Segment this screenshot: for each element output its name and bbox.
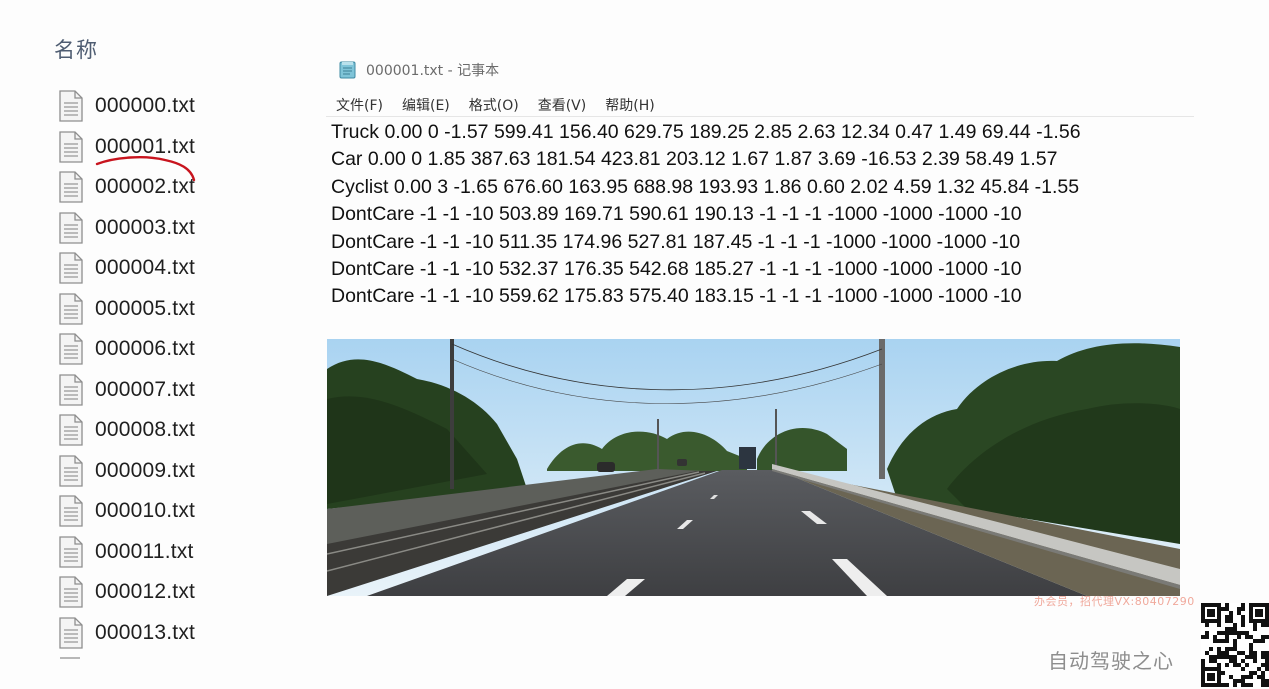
notepad-icon <box>339 61 356 79</box>
red-underline-annotation <box>95 156 196 182</box>
label-line: DontCare -1 -1 -10 503.89 169.71 590.61 … <box>331 203 1022 226</box>
file-item[interactable]: 000010.txt <box>58 491 195 532</box>
file-name: 000013.txt <box>95 620 196 644</box>
text-file-icon <box>59 293 83 325</box>
file-item[interactable]: 000009.txt <box>58 451 195 492</box>
notepad-menu-item[interactable]: 格式(O) <box>469 95 519 115</box>
notepad-menu-item[interactable]: 文件(F) <box>336 95 383 115</box>
label-line: Cyclist 0.00 3 -1.65 676.60 163.95 688.9… <box>331 175 1080 198</box>
notepad-text-area[interactable]: Truck 0.00 0 -1.57 599.41 156.40 629.75 … <box>331 119 1081 311</box>
text-file-icon <box>59 252 83 284</box>
text-file-icon <box>59 576 83 608</box>
file-name: 000009.txt <box>95 458 196 482</box>
text-file-icon <box>59 536 83 568</box>
text-file-icon <box>59 212 83 244</box>
file-item[interactable]: 000007.txt <box>58 370 195 411</box>
road-scene-image <box>327 339 1180 596</box>
label-line: Car 0.00 0 1.85 387.63 181.54 423.81 203… <box>331 148 1058 171</box>
notepad-menubar: 文件(F) 编辑(E) 格式(O) 查看(V) 帮助(H) <box>336 95 674 115</box>
text-file-icon <box>59 374 83 406</box>
file-item[interactable]: 000004.txt <box>58 248 195 289</box>
text-file-icon <box>59 414 83 446</box>
file-item[interactable]: 000006.txt <box>58 329 195 370</box>
file-name: 000003.txt <box>95 215 196 239</box>
file-item[interactable]: 000013.txt <box>58 613 195 654</box>
label-line: DontCare -1 -1 -10 532.37 176.35 542.68 … <box>331 257 1022 280</box>
file-item[interactable]: 000012.txt <box>58 572 195 613</box>
file-item[interactable]: 000000.txt <box>58 86 195 127</box>
file-item[interactable]: 000011.txt <box>58 532 195 573</box>
text-file-icon <box>59 617 83 649</box>
qr-code <box>1201 603 1269 687</box>
file-name: 000006.txt <box>95 337 196 361</box>
file-name: 000005.txt <box>95 296 196 320</box>
partial-next-item <box>60 657 80 659</box>
file-name: 000000.txt <box>95 94 196 118</box>
file-name: 000011.txt <box>95 539 194 563</box>
file-item[interactable]: 000008.txt <box>58 410 195 451</box>
text-file-icon <box>59 455 83 487</box>
name-column-header[interactable]: 名称 <box>54 34 98 64</box>
file-name: 000012.txt <box>95 580 196 604</box>
file-name: 000007.txt <box>95 377 196 401</box>
file-item[interactable]: 000005.txt <box>58 289 195 330</box>
menu-divider <box>326 116 1194 117</box>
file-name: 000008.txt <box>95 418 196 442</box>
notepad-title: 000001.txt - 记事本 <box>366 63 500 79</box>
notepad-titlebar: 000001.txt - 记事本 <box>338 60 499 80</box>
file-item[interactable]: 000003.txt <box>58 208 195 249</box>
text-file-icon <box>59 131 83 163</box>
file-name: 000004.txt <box>95 256 196 280</box>
notepad-menu-item[interactable]: 帮助(H) <box>605 95 654 115</box>
watermark-brand: 自动驾驶之心 <box>1048 649 1174 673</box>
text-file-icon <box>59 90 83 122</box>
label-line: DontCare -1 -1 -10 559.62 175.83 575.40 … <box>331 285 1022 308</box>
watermark-ad-text: 办会员，招代理VX:80407290 <box>1034 595 1195 608</box>
text-file-icon <box>59 495 83 527</box>
text-file-icon <box>59 171 83 203</box>
label-line: Truck 0.00 0 -1.57 599.41 156.40 629.75 … <box>331 121 1081 143</box>
screen: 名称 000000.txt 000001.txt 000002.txt 000003.… <box>0 0 1269 689</box>
text-file-icon <box>59 333 83 365</box>
file-name: 000010.txt <box>95 499 196 523</box>
notepad-menu-item[interactable]: 编辑(E) <box>402 95 450 115</box>
label-line: DontCare -1 -1 -10 511.35 174.96 527.81 … <box>331 230 1021 253</box>
notepad-menu-item[interactable]: 查看(V) <box>538 95 587 115</box>
